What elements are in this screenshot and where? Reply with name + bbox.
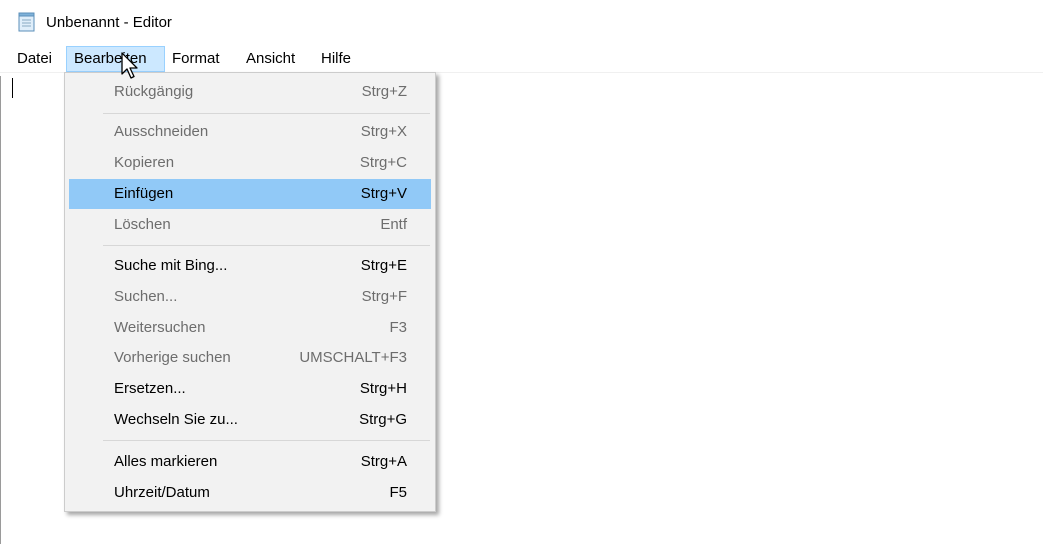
menu-item-shortcut: Strg+A	[360, 453, 407, 470]
menu-item-label: Alles markieren	[114, 453, 218, 470]
menu-item-shortcut: Strg+Z	[361, 83, 407, 100]
menu-item-cut[interactable]: Ausschneiden Strg+X	[69, 117, 431, 147]
menu-item-label: Ausschneiden	[114, 123, 209, 140]
menu-bearbeiten[interactable]: Bearbeiten	[66, 46, 165, 72]
menu-bar: Datei Bearbeiten Format Ansicht Hilfe	[0, 46, 1043, 73]
menu-item-search-bing[interactable]: Suche mit Bing... Strg+E	[69, 251, 431, 281]
menu-item-label: Uhrzeit/Datum	[114, 484, 210, 501]
menu-format[interactable]: Format	[165, 46, 227, 72]
edit-menu-dropdown: Rückgängig Strg+Z Ausschneiden Strg+X Ko…	[64, 72, 436, 512]
menu-item-time-date[interactable]: Uhrzeit/Datum F5	[69, 478, 431, 508]
menu-separator	[103, 245, 430, 246]
menu-item-go-to[interactable]: Wechseln Sie zu... Strg+G	[69, 405, 431, 435]
menu-ansicht[interactable]: Ansicht	[239, 46, 302, 72]
menu-item-shortcut: Strg+V	[360, 185, 407, 202]
menu-item-label: Suche mit Bing...	[114, 257, 228, 274]
menu-datei[interactable]: Datei	[10, 46, 59, 72]
menu-item-shortcut: F5	[389, 484, 407, 501]
menu-item-find-next[interactable]: Weitersuchen F3	[69, 313, 431, 343]
menu-item-label: Ersetzen...	[114, 380, 186, 397]
menu-item-shortcut: Strg+E	[360, 257, 407, 274]
menu-item-paste[interactable]: Einfügen Strg+V	[69, 179, 431, 209]
menu-item-shortcut: Strg+F	[361, 288, 407, 305]
mouse-pointer-icon	[121, 52, 138, 79]
menu-item-select-all[interactable]: Alles markieren Strg+A	[69, 447, 431, 477]
notepad-icon	[18, 12, 35, 32]
menu-item-label: Löschen	[114, 216, 171, 233]
menu-separator	[103, 440, 430, 441]
menu-item-undo[interactable]: Rückgängig Strg+Z	[69, 77, 431, 107]
menu-item-label: Suchen...	[114, 288, 178, 305]
menu-item-shortcut: F3	[389, 319, 407, 336]
menu-item-label: Weitersuchen	[114, 319, 206, 336]
menu-item-shortcut: Strg+C	[359, 154, 407, 171]
menu-item-label: Rückgängig	[114, 83, 194, 100]
menu-item-delete[interactable]: Löschen Entf	[69, 210, 431, 240]
menu-item-shortcut: Strg+G	[359, 411, 407, 428]
window-title: Unbenannt - Editor	[46, 14, 172, 31]
menu-item-label: Vorherige suchen	[114, 349, 231, 366]
menu-item-label: Einfügen	[114, 185, 174, 202]
menu-item-find-previous[interactable]: Vorherige suchen UMSCHALT+F3	[69, 343, 431, 373]
menu-separator	[103, 113, 430, 114]
menu-item-shortcut: UMSCHALT+F3	[299, 349, 407, 366]
menu-item-shortcut: Strg+H	[359, 380, 407, 397]
menu-item-label: Kopieren	[114, 154, 175, 171]
menu-hilfe[interactable]: Hilfe	[314, 46, 358, 72]
menu-item-shortcut: Strg+X	[360, 123, 407, 140]
title-bar: Unbenannt - Editor	[0, 0, 1043, 44]
menu-item-shortcut: Entf	[380, 216, 407, 233]
menu-item-copy[interactable]: Kopieren Strg+C	[69, 148, 431, 178]
menu-item-find[interactable]: Suchen... Strg+F	[69, 282, 431, 312]
menu-item-replace[interactable]: Ersetzen... Strg+H	[69, 374, 431, 404]
menu-item-label: Wechseln Sie zu...	[114, 411, 238, 428]
